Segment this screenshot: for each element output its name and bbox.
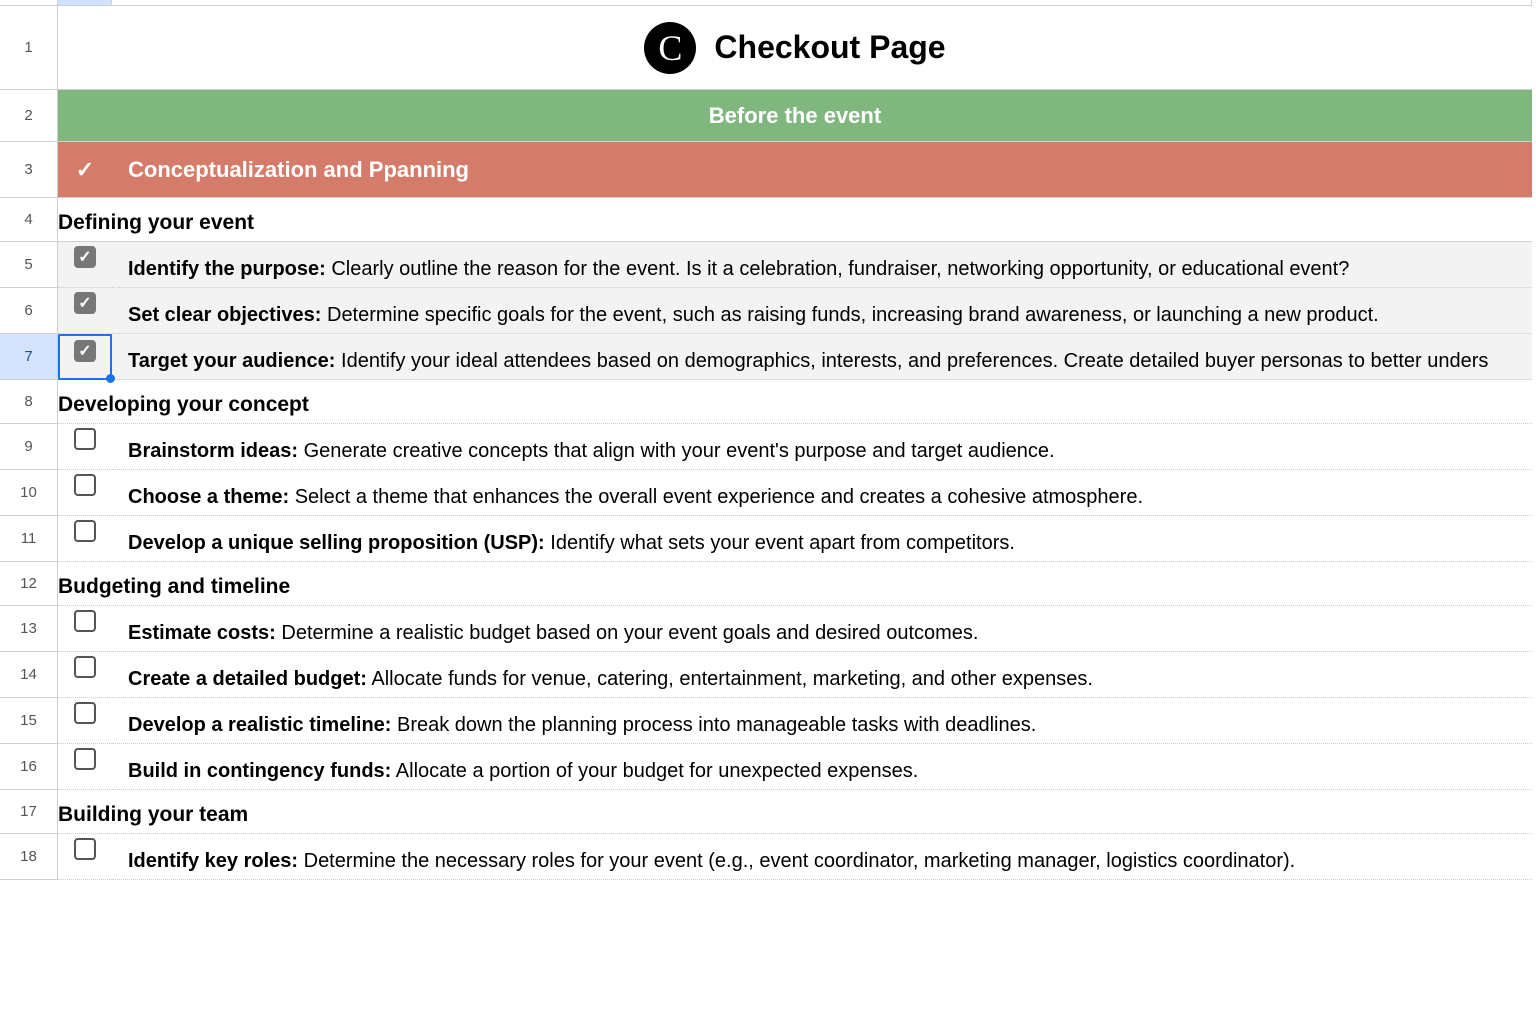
- subhead-concept[interactable]: Developing your concept: [58, 380, 1532, 424]
- section-header-red-check[interactable]: ✓: [58, 142, 112, 198]
- title-cell[interactable]: C Checkout Page: [58, 6, 1532, 90]
- item-text-6[interactable]: Set clear objectives: Determine specific…: [112, 288, 1532, 334]
- checkbox-cell-13[interactable]: [58, 606, 112, 652]
- checkbox-cell-5[interactable]: [58, 242, 112, 288]
- item-text-5[interactable]: Identify the purpose: Clearly outline th…: [112, 242, 1532, 288]
- item-text-16[interactable]: Build in contingency funds: Allocate a p…: [112, 744, 1532, 790]
- row-header-18[interactable]: 18: [0, 834, 58, 880]
- checkbox-icon[interactable]: [74, 702, 96, 724]
- item-text-10[interactable]: Choose a theme: Select a theme that enha…: [112, 470, 1532, 516]
- section-header-green[interactable]: Before the event: [58, 90, 1532, 142]
- row-header-3[interactable]: 3: [0, 142, 58, 198]
- item-text-9[interactable]: Brainstorm ideas: Generate creative conc…: [112, 424, 1532, 470]
- checkbox-icon[interactable]: [74, 428, 96, 450]
- row-header-12[interactable]: 12: [0, 562, 58, 606]
- row-header-4[interactable]: 4: [0, 198, 58, 242]
- page-title: Checkout Page: [714, 29, 945, 66]
- checkbox-icon[interactable]: [74, 292, 96, 314]
- item-text-11[interactable]: Develop a unique selling proposition (US…: [112, 516, 1532, 562]
- row-header-5[interactable]: 5: [0, 242, 58, 288]
- checkmark-icon: ✓: [76, 157, 94, 183]
- checkbox-icon[interactable]: [74, 520, 96, 542]
- item-text-18[interactable]: Identify key roles: Determine the necess…: [112, 834, 1532, 880]
- row-header-6[interactable]: 6: [0, 288, 58, 334]
- item-text-15[interactable]: Develop a realistic timeline: Break down…: [112, 698, 1532, 744]
- row-header-10[interactable]: 10: [0, 470, 58, 516]
- subhead-team[interactable]: Building your team: [58, 790, 1532, 834]
- item-text-14[interactable]: Create a detailed budget: Allocate funds…: [112, 652, 1532, 698]
- row-header-2[interactable]: 2: [0, 90, 58, 142]
- brand-logo-icon: C: [644, 22, 696, 74]
- checkbox-icon[interactable]: [74, 748, 96, 770]
- row-header-11[interactable]: 11: [0, 516, 58, 562]
- row-header-14[interactable]: 14: [0, 652, 58, 698]
- row-header-1[interactable]: 1: [0, 6, 58, 90]
- row-header-15[interactable]: 15: [0, 698, 58, 744]
- checkbox-cell-16[interactable]: [58, 744, 112, 790]
- checkbox-icon[interactable]: [74, 838, 96, 860]
- item-text-13[interactable]: Estimate costs: Determine a realistic bu…: [112, 606, 1532, 652]
- checkbox-cell-18[interactable]: [58, 834, 112, 880]
- row-header-16[interactable]: 16: [0, 744, 58, 790]
- row-header-7[interactable]: 7: [0, 334, 58, 380]
- checkbox-cell-14[interactable]: [58, 652, 112, 698]
- checkbox-icon[interactable]: [74, 246, 96, 268]
- checkbox-cell-15[interactable]: [58, 698, 112, 744]
- checkbox-cell-7[interactable]: [58, 334, 112, 380]
- checkbox-cell-10[interactable]: [58, 470, 112, 516]
- row-header-8[interactable]: 8: [0, 380, 58, 424]
- subhead-budgeting[interactable]: Budgeting and timeline: [58, 562, 1532, 606]
- subhead-defining[interactable]: Defining your event: [58, 198, 1532, 242]
- section-header-red[interactable]: Conceptualization and Ppanning: [112, 142, 1532, 198]
- checkbox-icon[interactable]: [74, 474, 96, 496]
- checkbox-icon[interactable]: [74, 610, 96, 632]
- checkbox-icon[interactable]: [74, 656, 96, 678]
- row-header-17[interactable]: 17: [0, 790, 58, 834]
- checkbox-cell-11[interactable]: [58, 516, 112, 562]
- row-header-13[interactable]: 13: [0, 606, 58, 652]
- spreadsheet-grid[interactable]: 1 C Checkout Page 2 Before the event 3 ✓…: [0, 0, 1536, 880]
- row-header-9[interactable]: 9: [0, 424, 58, 470]
- item-text-7[interactable]: Target your audience: Identify your idea…: [112, 334, 1532, 380]
- checkbox-icon[interactable]: [74, 340, 96, 362]
- checkbox-cell-9[interactable]: [58, 424, 112, 470]
- checkbox-cell-6[interactable]: [58, 288, 112, 334]
